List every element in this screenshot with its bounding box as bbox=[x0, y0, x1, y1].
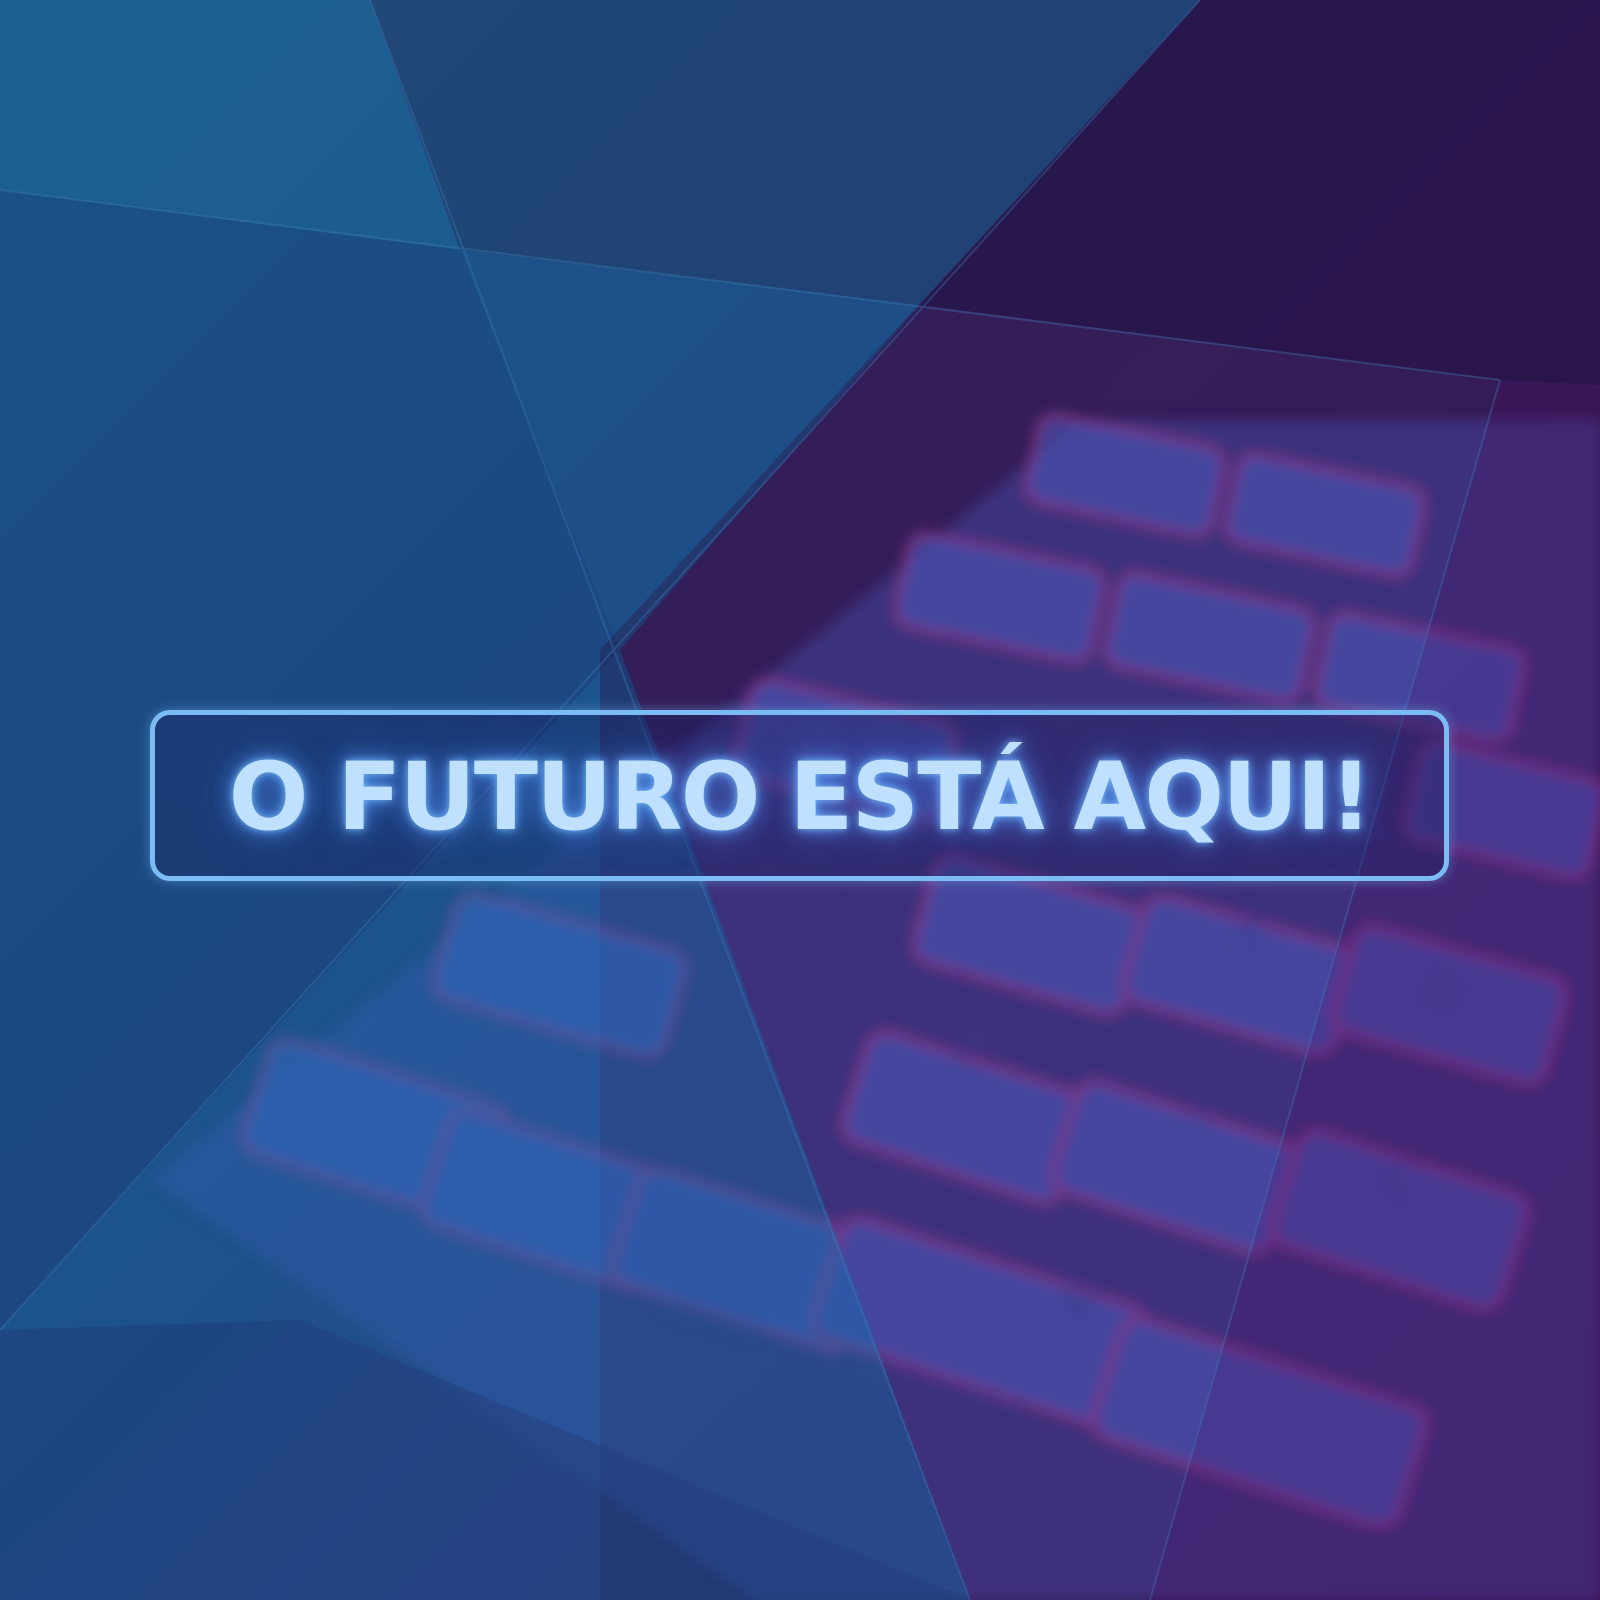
poster-canvas: D X C Z S ⌘ option command O FUTURO ESTÁ… bbox=[0, 0, 1600, 1600]
headline-frame: O FUTURO ESTÁ AQUI! bbox=[150, 710, 1449, 881]
headline-text: O FUTURO ESTÁ AQUI! bbox=[228, 742, 1373, 852]
